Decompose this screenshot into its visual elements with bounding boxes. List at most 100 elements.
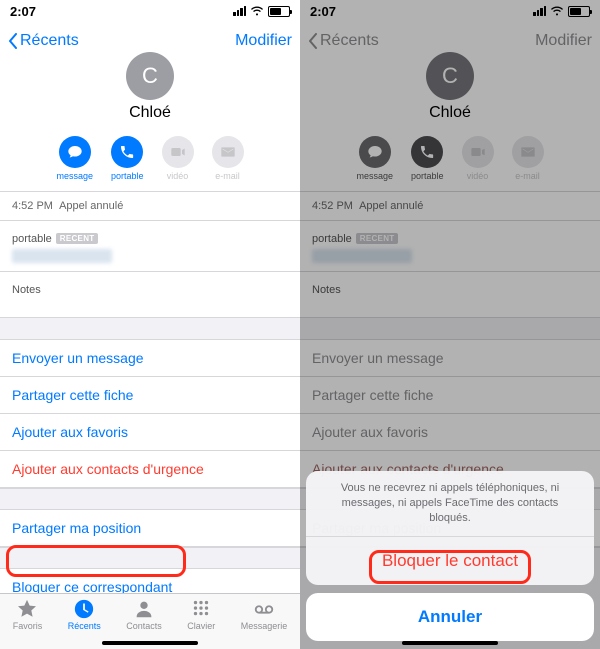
- call-log-row: 4:52 PM Appel annulé: [300, 192, 600, 221]
- tab-label: Récents: [68, 621, 101, 631]
- action-video: vidéo: [462, 136, 494, 181]
- row-share-card[interactable]: Partager cette fiche: [0, 377, 300, 414]
- email-icon: [220, 144, 236, 160]
- section-gap: [0, 547, 300, 569]
- contact-name: Chloé: [429, 104, 471, 122]
- action-label: e-mail: [515, 171, 540, 181]
- action-label: portable: [111, 171, 144, 181]
- chevron-left-icon: [8, 33, 18, 49]
- status-time: 2:07: [10, 4, 36, 19]
- screen-contact-card: 2:07 Récents Modifier C Chloé message po…: [0, 0, 300, 649]
- phone-icon: [119, 144, 135, 160]
- home-indicator[interactable]: [102, 641, 198, 645]
- edit-button: Modifier: [535, 32, 592, 50]
- tab-label: Clavier: [187, 621, 215, 631]
- action-video: vidéo: [162, 136, 194, 181]
- content-scroll[interactable]: 4:52 PM Appel annulé portable RECENT Note…: [0, 192, 300, 593]
- row-emergency-contact[interactable]: Ajouter aux contacts d'urgence: [0, 451, 300, 488]
- edit-button[interactable]: Modifier: [235, 32, 292, 50]
- wifi-icon: [550, 6, 564, 17]
- phone-label: portable: [12, 233, 52, 245]
- phone-number-blurred: [312, 249, 412, 263]
- call-time: 4:52 PM: [12, 200, 53, 212]
- tab-label: Contacts: [126, 621, 162, 631]
- contact-name: Chloé: [129, 104, 171, 122]
- battery-icon: [268, 6, 290, 17]
- cellular-icon: [533, 6, 546, 16]
- notes-section: Notes: [300, 272, 600, 318]
- status-icons: [533, 6, 590, 17]
- tab-voicemail[interactable]: Messagerie: [241, 598, 288, 631]
- row-share-location[interactable]: Partager ma position: [0, 510, 300, 547]
- tab-contacts[interactable]: Contacts: [126, 598, 162, 631]
- recent-badge: RECENT: [56, 233, 99, 244]
- voicemail-icon: [253, 598, 275, 620]
- wifi-icon: [250, 6, 264, 17]
- row-send-message: Envoyer un message: [300, 340, 600, 377]
- section-gap: [300, 318, 600, 340]
- row-add-favorite[interactable]: Ajouter aux favoris: [0, 414, 300, 451]
- action-message[interactable]: message: [56, 136, 93, 181]
- action-label: e-mail: [215, 171, 240, 181]
- sheet-block-button[interactable]: Bloquer le contact: [306, 537, 594, 585]
- avatar: C: [426, 52, 474, 100]
- action-call: portable: [411, 136, 444, 181]
- row-share-card: Partager cette fiche: [300, 377, 600, 414]
- message-icon: [367, 144, 383, 160]
- notes-label: Notes: [312, 284, 341, 296]
- recent-badge: RECENT: [356, 233, 399, 244]
- sheet-cancel-button[interactable]: Annuler: [306, 593, 594, 641]
- message-icon: [67, 144, 83, 160]
- quick-actions: message portable vidéo e-mail: [0, 130, 300, 192]
- tab-label: Messagerie: [241, 621, 288, 631]
- action-label: portable: [411, 171, 444, 181]
- action-call[interactable]: portable: [111, 136, 144, 181]
- notes-section[interactable]: Notes: [0, 272, 300, 318]
- avatar: C: [126, 52, 174, 100]
- phone-section: portable RECENT: [300, 221, 600, 272]
- home-indicator[interactable]: [402, 641, 498, 645]
- section-gap: [0, 318, 300, 340]
- video-icon: [470, 144, 486, 160]
- back-label: Récents: [20, 32, 79, 50]
- action-message: message: [356, 136, 393, 181]
- phone-icon: [419, 144, 435, 160]
- call-status: Appel annulé: [359, 200, 423, 212]
- contact-header: C Chloé: [300, 60, 600, 130]
- tab-label: Favoris: [13, 621, 43, 631]
- row-block-caller[interactable]: Bloquer ce correspondant: [0, 569, 300, 593]
- tab-favorites[interactable]: Favoris: [13, 598, 43, 631]
- notes-label: Notes: [12, 284, 41, 296]
- keypad-icon: [190, 598, 212, 620]
- status-bar: 2:07: [300, 0, 600, 22]
- action-label: message: [56, 171, 93, 181]
- section-gap: [0, 488, 300, 510]
- phone-label: portable: [312, 233, 352, 245]
- action-label: vidéo: [467, 171, 489, 181]
- phone-section[interactable]: portable RECENT: [0, 221, 300, 272]
- screen-block-sheet: 2:07 Récents Modifier C Chloé message po…: [300, 0, 600, 649]
- action-label: message: [356, 171, 393, 181]
- row-add-favorite: Ajouter aux favoris: [300, 414, 600, 451]
- cellular-icon: [233, 6, 246, 16]
- tab-recents[interactable]: Récents: [68, 598, 101, 631]
- contact-header: C Chloé: [0, 60, 300, 130]
- call-status: Appel annulé: [59, 200, 123, 212]
- email-icon: [520, 144, 536, 160]
- back-label: Récents: [320, 32, 379, 50]
- action-email: e-mail: [212, 136, 244, 181]
- phone-number-blurred: [12, 249, 112, 263]
- row-send-message[interactable]: Envoyer un message: [0, 340, 300, 377]
- back-button[interactable]: Récents: [8, 32, 79, 50]
- chevron-left-icon: [308, 33, 318, 49]
- sheet-message: Vous ne recevrez ni appels téléphoniques…: [306, 471, 594, 537]
- quick-actions: message portable vidéo e-mail: [300, 130, 600, 192]
- call-time: 4:52 PM: [312, 200, 353, 212]
- status-icons: [233, 6, 290, 17]
- action-sheet: Vous ne recevrez ni appels téléphoniques…: [306, 471, 594, 641]
- person-icon: [133, 598, 155, 620]
- action-email: e-mail: [512, 136, 544, 181]
- tab-keypad[interactable]: Clavier: [187, 598, 215, 631]
- call-log-row: 4:52 PM Appel annulé: [0, 192, 300, 221]
- status-bar: 2:07: [0, 0, 300, 22]
